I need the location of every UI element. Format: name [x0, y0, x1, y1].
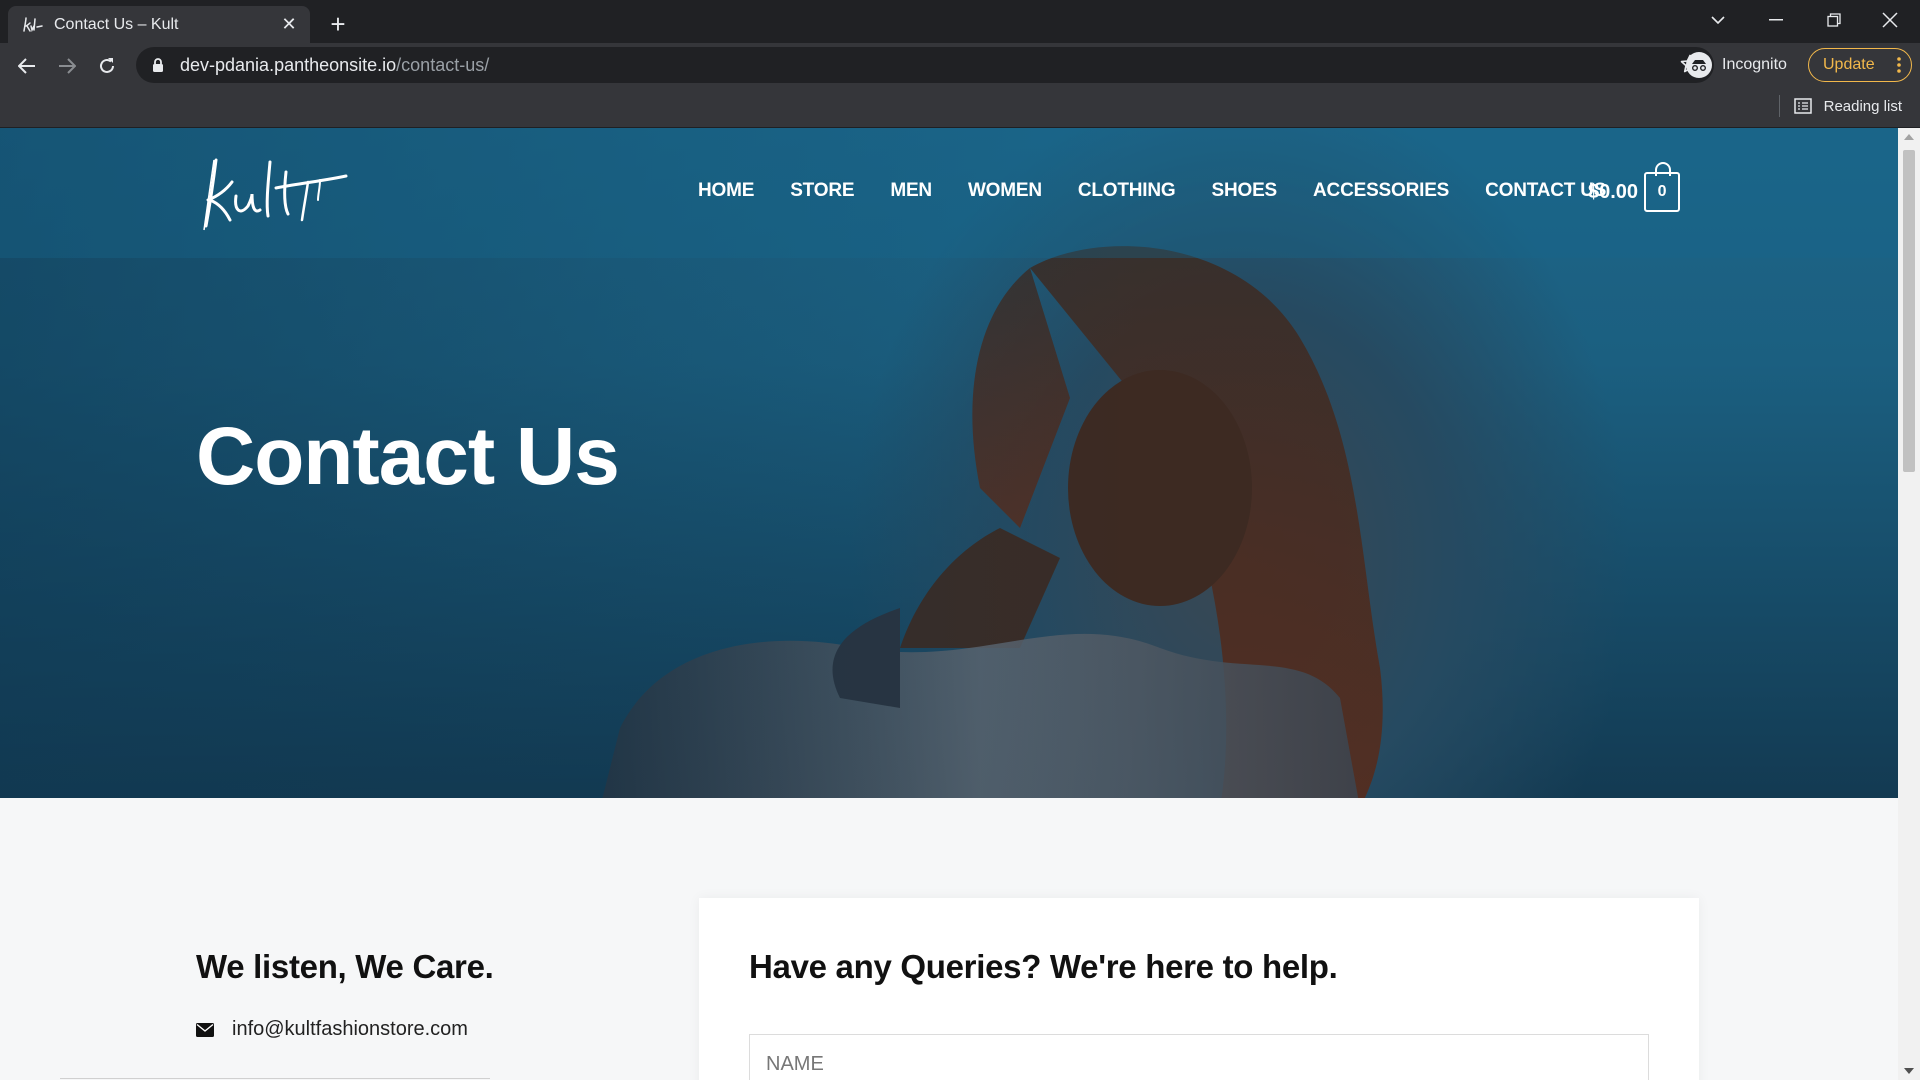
- envelope-icon: [196, 1022, 214, 1037]
- tab-title: Contact Us – Kult: [54, 15, 179, 33]
- reading-list-label: Reading list: [1823, 97, 1902, 115]
- forward-arrow-icon[interactable]: [52, 51, 82, 81]
- nav-shoes[interactable]: SHOES: [1212, 180, 1278, 202]
- kult-logo[interactable]: [196, 154, 352, 234]
- scroll-up-arrow-icon[interactable]: [1904, 134, 1914, 140]
- contact-heading: We listen, We Care.: [196, 948, 494, 985]
- bottom-divider: [60, 1078, 490, 1079]
- incognito-label: Incognito: [1722, 56, 1787, 73]
- bookmark-separator: [1778, 95, 1780, 117]
- page-viewport: HOME STORE MEN WOMEN CLOTHING SHOES ACCE…: [0, 128, 1898, 1080]
- reload-icon[interactable]: [92, 51, 122, 81]
- browser-toolbar: dev-pdania.pantheonsite.io/contact-us/ I…: [0, 43, 1920, 87]
- new-tab-button[interactable]: +: [322, 8, 354, 40]
- contact-email-link[interactable]: info@kultfashionstore.com: [232, 1018, 468, 1041]
- nav-men[interactable]: MEN: [890, 180, 932, 202]
- close-window-button[interactable]: [1862, 0, 1918, 40]
- shopping-bag-icon[interactable]: 0: [1644, 162, 1681, 212]
- main-navigation: HOME STORE MEN WOMEN CLOTHING SHOES ACCE…: [698, 180, 1642, 202]
- name-input[interactable]: [749, 1034, 1649, 1080]
- scroll-down-arrow-icon[interactable]: [1904, 1068, 1914, 1074]
- form-heading: Have any Queries? We're here to help.: [749, 948, 1338, 985]
- browser-tab-active[interactable]: Contact Us – Kult ✕: [8, 6, 310, 43]
- cart-link[interactable]: $0.00 0: [1588, 162, 1681, 212]
- incognito-icon: [1686, 52, 1712, 78]
- back-arrow-icon[interactable]: [12, 51, 42, 81]
- reading-list-icon: [1793, 98, 1812, 114]
- cart-count: 0: [1657, 183, 1667, 200]
- more-menu-icon[interactable]: [1897, 56, 1901, 79]
- close-tab-icon[interactable]: ✕: [278, 14, 300, 36]
- kult-favicon-icon: [22, 16, 44, 34]
- page-scrollbar[interactable]: [1898, 128, 1920, 1080]
- hero-banner: HOME STORE MEN WOMEN CLOTHING SHOES ACCE…: [0, 128, 1898, 798]
- email-row: info@kultfashionstore.com: [196, 1018, 468, 1041]
- incognito-indicator[interactable]: Incognito: [1686, 49, 1787, 81]
- minimize-window-button[interactable]: [1748, 0, 1804, 40]
- scrollbar-thumb[interactable]: [1903, 150, 1915, 472]
- contact-info: We listen, We Care. info@kultfashionstor…: [196, 948, 494, 1040]
- restore-window-button[interactable]: [1806, 0, 1862, 40]
- bookmark-bar: Reading list: [0, 87, 1920, 128]
- update-label: Update: [1823, 56, 1875, 73]
- contact-form-card: Have any Queries? We're here to help.: [699, 898, 1699, 1080]
- tab-search-icon[interactable]: [1690, 0, 1746, 40]
- url-host: dev-pdania.pantheonsite.io: [180, 54, 397, 75]
- lock-icon[interactable]: [152, 58, 166, 72]
- page-title: Contact Us: [196, 411, 620, 502]
- browser-tab-strip: Contact Us – Kult ✕ +: [0, 0, 1920, 43]
- nav-clothing[interactable]: CLOTHING: [1078, 180, 1176, 202]
- cart-total: $0.00: [1588, 180, 1639, 203]
- url-text: dev-pdania.pantheonsite.io/contact-us/: [180, 55, 489, 76]
- update-button[interactable]: Update: [1808, 48, 1912, 82]
- url-path: /contact-us/: [396, 54, 490, 75]
- nav-store[interactable]: STORE: [790, 180, 854, 202]
- nav-women[interactable]: WOMEN: [968, 180, 1042, 202]
- nav-home[interactable]: HOME: [698, 180, 754, 202]
- nav-accessories[interactable]: ACCESSORIES: [1313, 180, 1449, 202]
- address-bar[interactable]: dev-pdania.pantheonsite.io/contact-us/: [136, 47, 1714, 83]
- reading-list-button[interactable]: Reading list: [1778, 95, 1902, 117]
